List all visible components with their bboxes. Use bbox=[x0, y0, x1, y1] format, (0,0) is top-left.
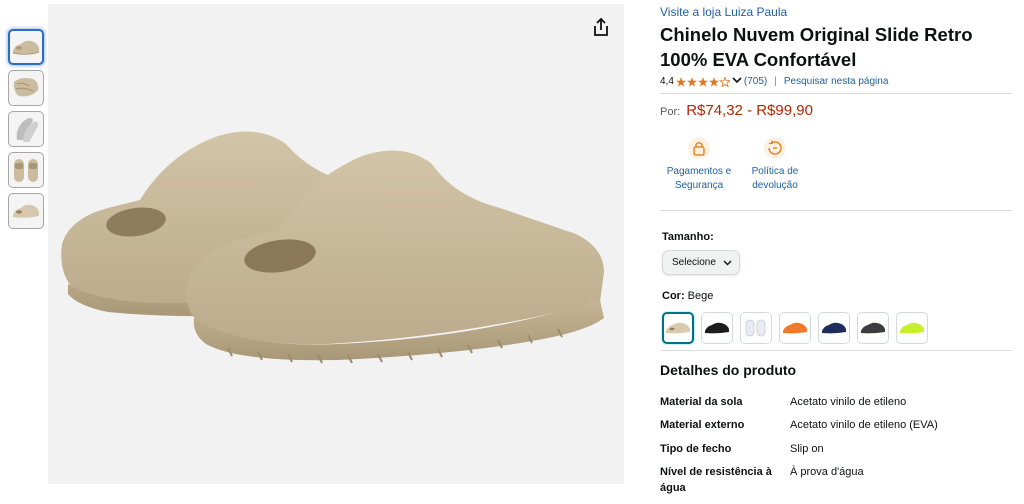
benefit-line-1: Pagamentos e bbox=[666, 166, 732, 177]
color-swatch-verde-limao[interactable] bbox=[896, 312, 928, 344]
thumbnail-5[interactable] bbox=[8, 193, 44, 229]
share-icon[interactable] bbox=[590, 16, 612, 38]
price-row: Por: R$74,32 - R$99,90 bbox=[660, 102, 813, 119]
spec-key: Nível de resistência à água bbox=[660, 466, 772, 494]
product-title: Chinelo Nuvem Original Slide Retro 100% … bbox=[660, 24, 973, 70]
slide-swatch-image bbox=[745, 319, 766, 337]
slide-thumbnail-image bbox=[12, 40, 40, 55]
size-select[interactable]: Selecione bbox=[662, 250, 740, 275]
slide-swatch-image bbox=[783, 322, 807, 334]
benefit-line-2: Segurança bbox=[674, 180, 724, 191]
slide-thumbnail-image bbox=[13, 204, 39, 218]
chevron-down-icon[interactable] bbox=[732, 76, 742, 87]
slide-swatch-image bbox=[705, 322, 729, 334]
slide-thumbnail-image bbox=[14, 159, 38, 182]
divider bbox=[660, 210, 1012, 211]
size-label: Tamanho: bbox=[662, 231, 714, 243]
price-range: R$74,32 - R$99,90 bbox=[686, 102, 813, 119]
main-product-image[interactable] bbox=[48, 4, 624, 484]
color-swatch-laranja[interactable] bbox=[779, 312, 811, 344]
slide-swatch-image bbox=[861, 322, 885, 334]
slide-swatch-image bbox=[822, 322, 846, 334]
benefit-line-1: Política de bbox=[751, 166, 799, 177]
divider bbox=[660, 93, 1012, 94]
spec-key: Material externo bbox=[660, 419, 745, 431]
return-policy-icon bbox=[764, 137, 786, 159]
benefit-payments-security[interactable]: Pagamentos e Segurança bbox=[662, 136, 736, 193]
color-label-row: Cor: Bege bbox=[662, 290, 713, 302]
benefit-line-2: devolução bbox=[752, 180, 798, 191]
color-swatch-branco[interactable] bbox=[740, 312, 772, 344]
color-swatches bbox=[662, 312, 935, 344]
slide-sandals-image bbox=[61, 131, 604, 364]
color-swatch-cinza-escuro[interactable] bbox=[857, 312, 889, 344]
color-label: Cor: bbox=[662, 290, 685, 302]
thumbnail-strip bbox=[8, 29, 46, 234]
spec-key: Tipo de fecho bbox=[660, 443, 732, 455]
slide-swatch-image bbox=[666, 322, 690, 334]
separator: | bbox=[774, 76, 777, 87]
spec-key: Material da sola bbox=[660, 396, 743, 408]
thumbnail-1[interactable] bbox=[8, 29, 44, 65]
spec-value: À prova d'água bbox=[790, 466, 864, 478]
spec-value: Slip on bbox=[790, 443, 824, 455]
price-label: Por: bbox=[660, 106, 681, 118]
color-swatch-bege[interactable] bbox=[662, 312, 694, 344]
rating-count-link[interactable]: (705) bbox=[744, 76, 767, 87]
rating-value: 4,4 bbox=[660, 76, 674, 87]
thumbnail-3[interactable] bbox=[8, 111, 44, 147]
size-select-value: Selecione bbox=[672, 257, 716, 268]
spec-value: Acetato vinilo de etileno (EVA) bbox=[790, 419, 938, 431]
slide-swatch-image bbox=[900, 322, 924, 334]
slide-thumbnail-image bbox=[13, 78, 39, 97]
divider bbox=[660, 350, 1012, 351]
rating-row: 4,4 (705) | Pesquisar nesta página bbox=[660, 76, 888, 87]
lock-card-icon bbox=[688, 137, 710, 159]
product-details-heading: Detalhes do produto bbox=[660, 362, 797, 378]
search-this-page-link[interactable]: Pesquisar nesta página bbox=[784, 76, 889, 87]
thumbnail-4[interactable] bbox=[8, 152, 44, 188]
slide-thumbnail-image bbox=[16, 118, 39, 142]
color-swatch-preto[interactable] bbox=[701, 312, 733, 344]
color-selected-value: Bege bbox=[687, 290, 714, 302]
thumbnail-2[interactable] bbox=[8, 70, 44, 106]
benefit-return-policy[interactable]: Política de devolução bbox=[744, 136, 806, 193]
chevron-down-icon bbox=[723, 260, 732, 266]
spec-value: Acetato vinilo de etileno bbox=[790, 396, 907, 408]
star-rating-icon[interactable] bbox=[675, 76, 730, 87]
color-swatch-azul-marinho[interactable] bbox=[818, 312, 850, 344]
store-link[interactable]: Visite a loja Luiza Paula bbox=[660, 5, 787, 19]
